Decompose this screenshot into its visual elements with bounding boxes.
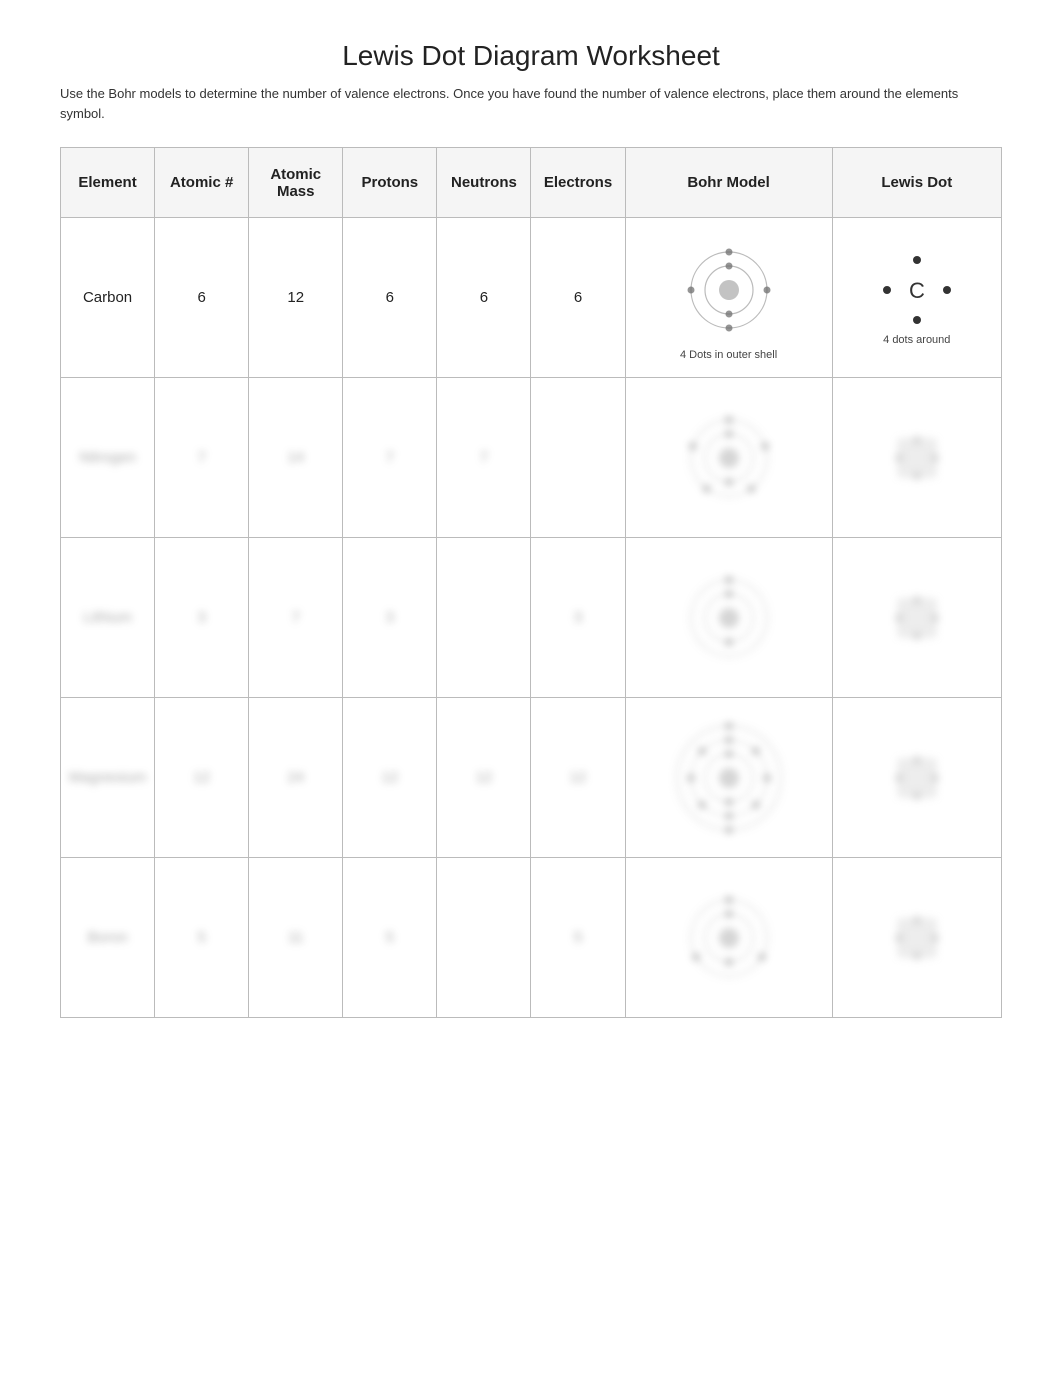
cell-protons: 3 bbox=[343, 538, 437, 698]
cell-atomic-num: 6 bbox=[155, 218, 249, 378]
header-element: Element bbox=[61, 148, 155, 218]
page-title: Lewis Dot Diagram Worksheet bbox=[60, 40, 1002, 72]
cell-neutrons: 6 bbox=[437, 218, 531, 378]
cell-atomic-mass: 24 bbox=[249, 698, 343, 858]
header-neutrons: Neutrons bbox=[437, 148, 531, 218]
cell-element: Boron bbox=[61, 858, 155, 1018]
cell-lewis-dot: C 4 dots around bbox=[832, 218, 1001, 378]
cell-lewis-dot bbox=[832, 538, 1001, 698]
table-row: Boron51155 bbox=[61, 858, 1002, 1018]
cell-atomic-num: 5 bbox=[155, 858, 249, 1018]
bohr-note: 4 Dots in outer shell bbox=[680, 349, 777, 361]
header-lewis-dot: Lewis Dot bbox=[832, 148, 1001, 218]
cell-electrons: 12 bbox=[531, 698, 625, 858]
table-row: Nitrogen71477 bbox=[61, 378, 1002, 538]
cell-atomic-mass: 12 bbox=[249, 218, 343, 378]
cell-bohr-model bbox=[625, 698, 832, 858]
cell-lewis-dot bbox=[832, 858, 1001, 1018]
lewis-note: 4 dots around bbox=[883, 334, 950, 346]
cell-electrons: 3 bbox=[531, 538, 625, 698]
cell-electrons bbox=[531, 378, 625, 538]
header-bohr-model: Bohr Model bbox=[625, 148, 832, 218]
cell-protons: 6 bbox=[343, 218, 437, 378]
cell-atomic-mass: 14 bbox=[249, 378, 343, 538]
cell-element: Lithium bbox=[61, 538, 155, 698]
cell-lewis-dot bbox=[832, 378, 1001, 538]
cell-atomic-num: 7 bbox=[155, 378, 249, 538]
cell-atomic-mass: 7 bbox=[249, 538, 343, 698]
cell-protons: 5 bbox=[343, 858, 437, 1018]
cell-atomic-num: 3 bbox=[155, 538, 249, 698]
cell-element: Magnesium bbox=[61, 698, 155, 858]
header-atomic-mass: Atomic Mass bbox=[249, 148, 343, 218]
cell-bohr-model bbox=[625, 538, 832, 698]
table-row: Lithium3733 bbox=[61, 538, 1002, 698]
cell-neutrons: 7 bbox=[437, 378, 531, 538]
cell-atomic-mass: 11 bbox=[249, 858, 343, 1018]
svg-text:C: C bbox=[909, 278, 925, 303]
header-protons: Protons bbox=[343, 148, 437, 218]
cell-element: Carbon bbox=[61, 218, 155, 378]
cell-bohr-model bbox=[625, 858, 832, 1018]
cell-element: Nitrogen bbox=[61, 378, 155, 538]
cell-neutrons: 12 bbox=[437, 698, 531, 858]
cell-bohr-model: 4 Dots in outer shell bbox=[625, 218, 832, 378]
cell-protons: 7 bbox=[343, 378, 437, 538]
header-atomic-num: Atomic # bbox=[155, 148, 249, 218]
instructions-text: Use the Bohr models to determine the num… bbox=[60, 84, 1002, 123]
cell-protons: 12 bbox=[343, 698, 437, 858]
cell-atomic-num: 12 bbox=[155, 698, 249, 858]
cell-bohr-model bbox=[625, 378, 832, 538]
cell-neutrons bbox=[437, 858, 531, 1018]
header-electrons: Electrons bbox=[531, 148, 625, 218]
cell-lewis-dot bbox=[832, 698, 1001, 858]
table-row: Magnesium1224121212 bbox=[61, 698, 1002, 858]
table-row: Carbon6126664 Dots in outer shell C 4 do… bbox=[61, 218, 1002, 378]
cell-electrons: 6 bbox=[531, 218, 625, 378]
cell-neutrons bbox=[437, 538, 531, 698]
cell-electrons: 5 bbox=[531, 858, 625, 1018]
worksheet-table: Element Atomic # Atomic Mass Protons Neu… bbox=[60, 147, 1002, 1018]
